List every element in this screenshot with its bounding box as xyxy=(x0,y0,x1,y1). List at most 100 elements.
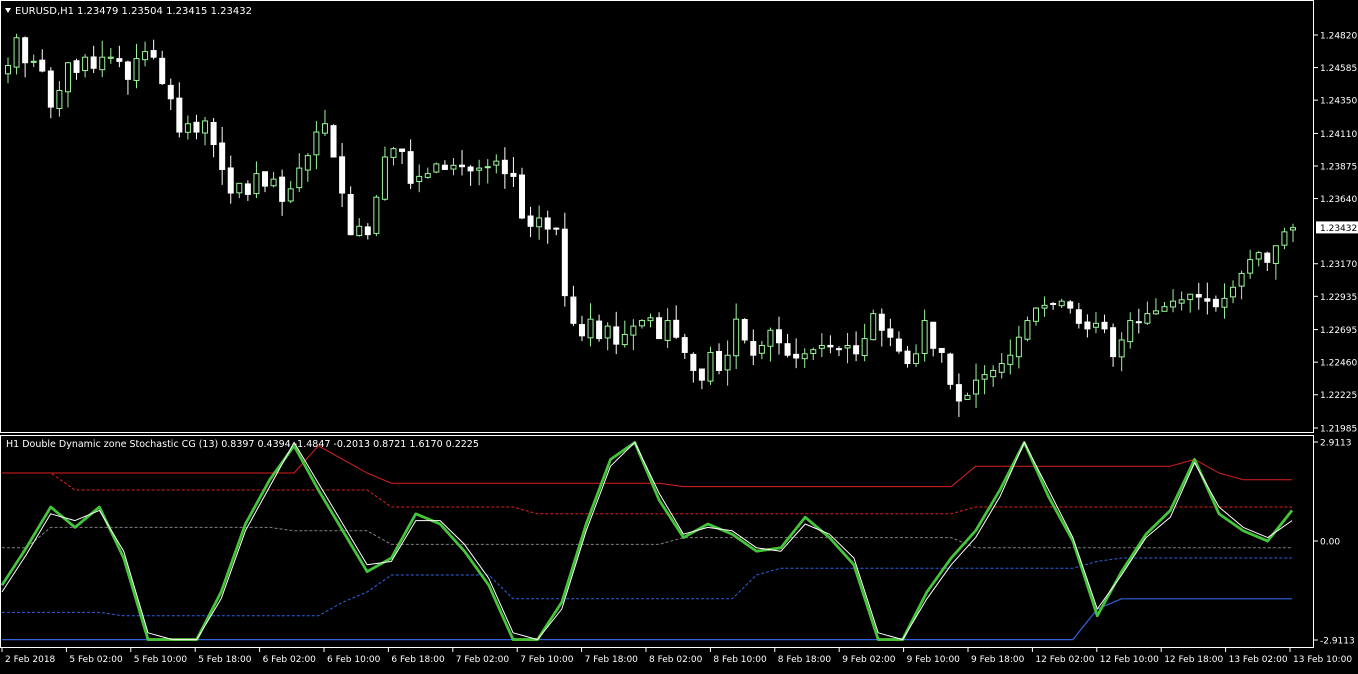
price-tick-label: 1.23875 xyxy=(1320,163,1357,173)
candle-body xyxy=(1204,298,1211,302)
candle-body xyxy=(527,215,534,227)
candle-body xyxy=(553,227,560,230)
candle-body xyxy=(467,166,474,172)
time-tick-label: 5 Feb 10:00 xyxy=(134,655,188,665)
candle-body xyxy=(1067,301,1074,309)
time-tick-label: 8 Feb 02:00 xyxy=(649,655,703,665)
candle-body xyxy=(184,123,191,133)
candle-body xyxy=(253,173,260,195)
candle-body xyxy=(424,173,431,178)
candle-body xyxy=(39,59,46,72)
candle-body xyxy=(810,349,817,355)
time-tick-label: 2 Feb 2018 xyxy=(5,655,56,665)
time-tick-label: 6 Feb 18:00 xyxy=(391,655,445,665)
candle-body xyxy=(5,64,11,75)
indicator-tick-label: 0.00 xyxy=(1320,538,1340,548)
candle-body xyxy=(90,56,97,69)
candle-body xyxy=(750,340,757,356)
candle-body xyxy=(1247,259,1254,274)
time-tick-label: 12 Feb 02:00 xyxy=(1035,655,1094,665)
indicator-label: H1 Double Dynamic zone Stochastic CG (13… xyxy=(6,439,479,450)
time-tick-label: 7 Feb 18:00 xyxy=(585,655,639,665)
candle-body xyxy=(441,164,448,170)
candle-body xyxy=(347,194,354,236)
candle-body xyxy=(844,345,851,349)
candle-body xyxy=(1161,306,1168,312)
candle-body xyxy=(167,84,174,100)
candle-body xyxy=(1187,293,1194,301)
candle-body xyxy=(1178,299,1185,304)
time-tick-label: 6 Feb 10:00 xyxy=(327,655,381,665)
candle-body xyxy=(681,337,688,353)
candle-body xyxy=(13,37,20,68)
candle-body xyxy=(433,163,440,173)
candle-body xyxy=(450,164,457,170)
candle-body xyxy=(459,164,466,168)
candle-body xyxy=(578,324,585,337)
candle-body xyxy=(287,188,294,202)
candle-body xyxy=(1015,336,1022,358)
candle-body xyxy=(801,353,808,360)
candle-body xyxy=(364,226,371,236)
candle-body xyxy=(638,320,645,327)
time-tick-label: 7 Feb 10:00 xyxy=(520,655,574,665)
candle-body xyxy=(587,318,594,339)
candle-body xyxy=(476,167,483,171)
candle-body xyxy=(776,329,782,344)
candle-body xyxy=(604,325,611,339)
candle-body xyxy=(1127,320,1134,343)
candle-body xyxy=(330,125,337,158)
symbol-label: EURUSD,H1 xyxy=(15,6,74,17)
candle-body xyxy=(733,318,740,357)
candle-body xyxy=(124,61,131,80)
candle-body xyxy=(356,225,363,237)
candle-body xyxy=(1084,321,1091,330)
candle-body xyxy=(1290,227,1296,231)
candle-body xyxy=(510,172,517,177)
time-tick-label: 13 Feb 10:00 xyxy=(1293,655,1352,665)
candle-body xyxy=(1135,321,1142,324)
candle-body xyxy=(998,363,1005,373)
price-tick-label: 1.24110 xyxy=(1320,130,1357,140)
candle-body xyxy=(887,328,894,338)
time-tick-label: 7 Feb 02:00 xyxy=(456,655,510,665)
candle-body xyxy=(536,217,543,228)
candle-body xyxy=(399,148,406,152)
candle-body xyxy=(73,60,80,73)
candle-body xyxy=(279,176,286,202)
candle-body xyxy=(1195,294,1202,298)
price-tick-label: 1.24585 xyxy=(1320,64,1357,74)
candle-body xyxy=(1058,300,1065,307)
candle-body xyxy=(416,175,423,183)
candle-body xyxy=(1272,245,1279,264)
last-price-label: 1.23432 xyxy=(1320,224,1357,234)
trading-chart[interactable]: EURUSD,H1 1.23479 1.23504 1.23415 1.2343… xyxy=(0,0,1358,670)
candle-body xyxy=(150,50,157,58)
candle-body xyxy=(990,369,997,378)
candle-body xyxy=(210,121,217,146)
candle-body xyxy=(570,296,577,324)
chart-canvas[interactable]: EURUSD,H1 1.23479 1.23504 1.23415 1.2343… xyxy=(0,0,1358,670)
candle-body xyxy=(561,228,568,297)
candle-body xyxy=(1264,252,1271,263)
price-tick-label: 1.22695 xyxy=(1320,326,1357,336)
candle-body xyxy=(767,329,774,347)
candle-body xyxy=(981,374,988,380)
candle-body xyxy=(596,320,603,340)
candle-body xyxy=(947,353,954,385)
price-tick-label: 1.23640 xyxy=(1320,195,1357,205)
time-tick-label: 13 Feb 02:00 xyxy=(1229,655,1288,665)
candle-body xyxy=(202,120,209,134)
candle-body xyxy=(501,159,508,175)
candle-body xyxy=(484,166,491,169)
candle-body xyxy=(904,350,911,365)
candle-body xyxy=(647,317,654,322)
price-tick-label: 1.22935 xyxy=(1320,293,1357,303)
candle-body xyxy=(621,333,628,346)
time-tick-label: 9 Feb 10:00 xyxy=(907,655,961,665)
time-tick-label: 9 Feb 02:00 xyxy=(842,655,896,665)
candle-body xyxy=(493,160,500,166)
candle-body xyxy=(99,56,106,71)
candle-body xyxy=(1050,302,1057,305)
candle-body xyxy=(1033,307,1039,322)
